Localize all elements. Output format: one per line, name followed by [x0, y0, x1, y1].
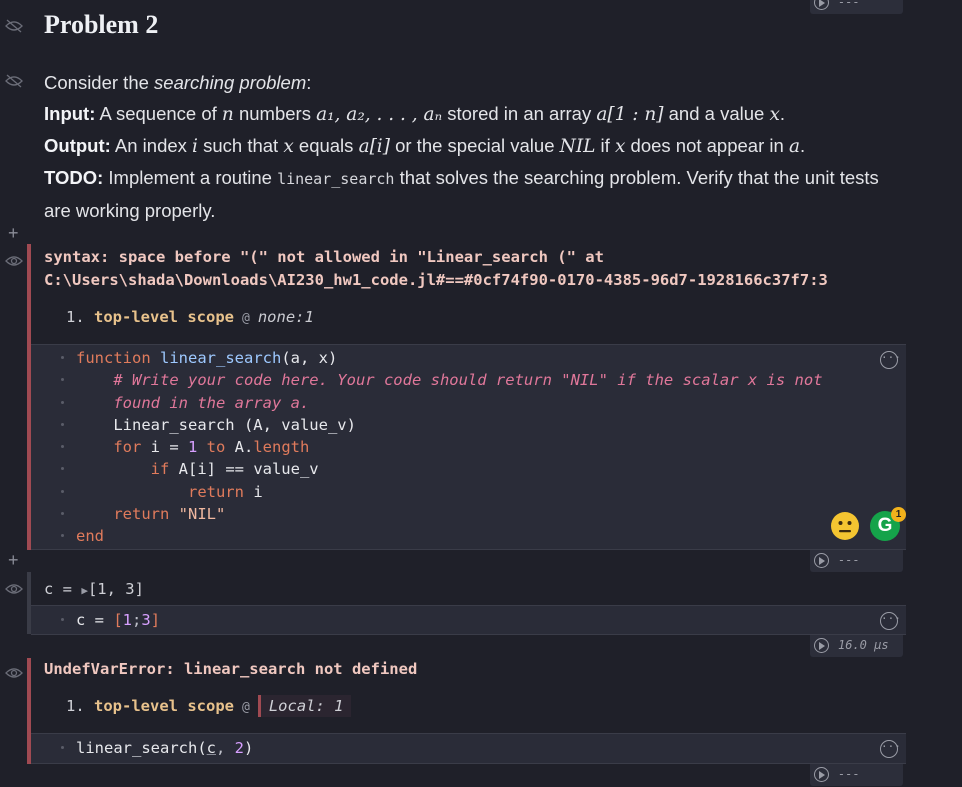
cell-menu-button[interactable]: ···: [880, 740, 901, 758]
show-code-icon[interactable]: [4, 582, 24, 596]
intro-line: Consider the searching problem:: [44, 72, 312, 93]
problem-description: Consider the searching problem: Input: A…: [44, 67, 904, 226]
run-cell-button[interactable]: [814, 638, 829, 653]
page-title: Problem 2: [44, 10, 159, 39]
input-line: Input: A sequence of n numbers a₁, a₂, .…: [44, 103, 786, 125]
code-editor[interactable]: c = [1;3] ···: [31, 605, 906, 635]
stack-frame-link[interactable]: Local: 1: [257, 695, 352, 717]
cell-menu-button[interactable]: ···: [880, 612, 901, 630]
runtime-label: 16.0 μs: [838, 638, 889, 652]
show-code-icon[interactable]: [4, 666, 24, 680]
cell-output: c = ▶[1, 3]: [44, 580, 144, 598]
run-cell-button[interactable]: [814, 767, 829, 782]
stack-trace: 1. top-level scope @ none:1: [66, 308, 314, 326]
grammarly-count-badge: 1: [891, 507, 906, 522]
add-cell-button[interactable]: +: [8, 551, 19, 569]
neutral-face-emoji-icon: [831, 512, 859, 540]
expand-arrow-icon[interactable]: ▶: [81, 584, 88, 597]
run-cell-button[interactable]: [814, 553, 829, 568]
hide-code-icon[interactable]: [4, 19, 24, 33]
hide-code-icon[interactable]: [4, 74, 24, 88]
run-bar: ---: [810, 550, 903, 572]
output-line: Output: An index i such that x equals a[…: [44, 135, 806, 157]
run-cell-button[interactable]: [814, 0, 829, 10]
undef-var-error-message: UndefVarError: linear_search not defined: [44, 660, 418, 678]
code-editor[interactable]: function linear_search(a, x) # Write you…: [31, 344, 906, 550]
code-editor[interactable]: linear_search(c, 2) ···: [31, 733, 906, 764]
run-bar: ---: [810, 764, 903, 786]
run-bar: 16.0 μs: [810, 635, 903, 657]
cell-menu-button[interactable]: ···: [880, 351, 901, 369]
show-code-icon[interactable]: [4, 254, 24, 268]
syntax-error-message: syntax: space before "(" not allowed in …: [44, 248, 828, 289]
stack-trace: 1. top-level scope @ Local: 1: [66, 695, 352, 717]
add-cell-button[interactable]: +: [8, 224, 19, 242]
run-bar-top: ---: [810, 0, 903, 14]
todo-line: TODO: Implement a routine linear_search …: [44, 167, 879, 221]
